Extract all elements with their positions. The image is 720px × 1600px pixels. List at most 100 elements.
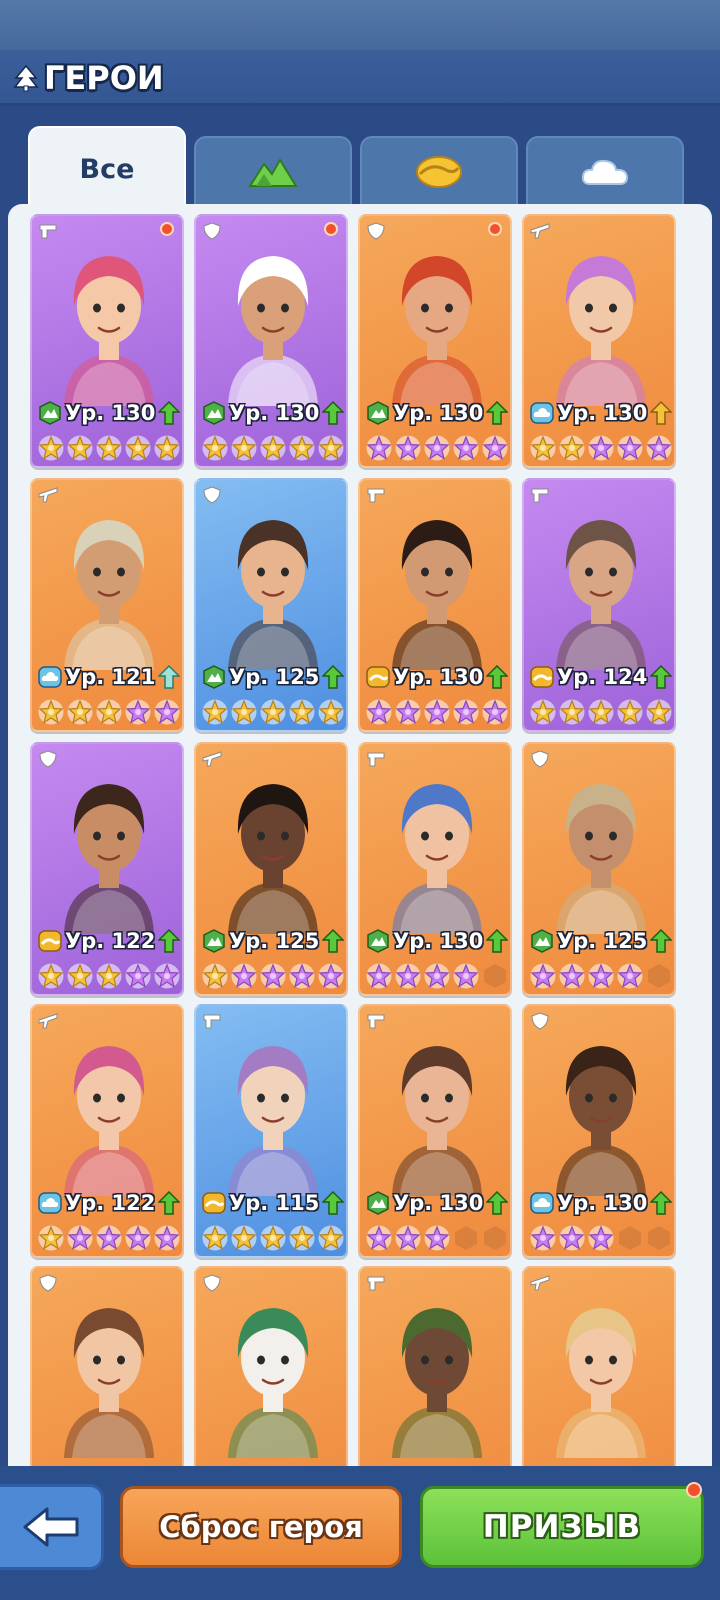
purple-star-icon xyxy=(124,962,152,990)
back-button[interactable] xyxy=(0,1484,104,1570)
hero-pigtails-girl-card[interactable]: Ур. 122 xyxy=(30,1004,184,1258)
hero-level-row: Ур. 125 xyxy=(202,662,346,692)
tab-desert[interactable] xyxy=(360,136,518,206)
purple-star-icon xyxy=(423,434,451,462)
notification-dot xyxy=(160,222,174,236)
purple-star-icon xyxy=(365,1224,393,1252)
hero-goggles-soldier-card[interactable]: Ур. 130 xyxy=(522,1004,676,1258)
tab-cloud[interactable] xyxy=(526,136,684,206)
gold-star-icon xyxy=(259,1224,287,1252)
hero-stars xyxy=(364,962,510,990)
hero-hoodie-boy-card[interactable]: Ур. 115 xyxy=(194,1004,348,1258)
reset-hero-button[interactable]: Сброс героя xyxy=(120,1486,402,1568)
hero-headphones-girl-card[interactable] xyxy=(30,1266,184,1466)
gold-star-icon xyxy=(558,698,586,726)
hero-portrait xyxy=(54,236,164,406)
gold-star-icon xyxy=(230,1224,258,1252)
hero-level: Ур. 124 xyxy=(557,665,648,689)
hero-tank-top-girl-card[interactable]: Ур. 122 xyxy=(30,742,184,996)
hero-level: Ур. 121 xyxy=(65,665,156,689)
hero-beret-girl-card[interactable]: Ур. 130 xyxy=(522,214,676,468)
notification-dot xyxy=(488,222,502,236)
gold-star-icon xyxy=(558,434,586,462)
mountain-element-icon xyxy=(366,929,390,953)
purple-star-icon xyxy=(66,1224,94,1252)
gold-star-icon xyxy=(201,434,229,462)
gold-star-icon xyxy=(95,962,123,990)
tab-mountain[interactable] xyxy=(194,136,352,206)
mountain-element-icon xyxy=(366,1191,390,1215)
back-arrow-icon xyxy=(23,1507,78,1547)
hero-portrait xyxy=(218,500,328,670)
hero-big-guy-card[interactable]: Ур. 125 xyxy=(194,478,348,732)
hero-portrait xyxy=(54,1288,164,1458)
hero-cap-mechanic-card[interactable]: Ур. 121 xyxy=(30,478,184,732)
hero-joker-card[interactable] xyxy=(194,1266,348,1466)
upgrade-arrow-icon xyxy=(321,1190,346,1215)
upgrade-arrow-icon xyxy=(649,664,674,689)
upgrade-arrow-icon xyxy=(485,928,510,953)
hero-portrait xyxy=(54,1026,164,1196)
purple-star-icon xyxy=(365,434,393,462)
hero-stars xyxy=(200,698,346,726)
purple-star-icon xyxy=(153,1224,181,1252)
hero-level: Ур. 130 xyxy=(557,1191,648,1215)
gold-star-icon xyxy=(317,434,345,462)
page-title-text: ГЕРОИ xyxy=(44,59,164,97)
tab-all[interactable]: Все xyxy=(28,126,186,210)
hero-chef-card[interactable]: Ур. 130 xyxy=(194,214,348,468)
purple-star-icon xyxy=(394,434,422,462)
mountain-element-icon xyxy=(202,665,226,689)
gold-star-icon xyxy=(288,434,316,462)
gold-star-icon xyxy=(95,698,123,726)
upgrade-arrow-icon xyxy=(485,664,510,689)
hero-level: Ур. 122 xyxy=(65,1191,156,1215)
gold-star-icon xyxy=(529,434,557,462)
hero-blonde-gunner-card[interactable] xyxy=(522,1266,676,1466)
purple-star-icon xyxy=(529,1224,557,1252)
purple-star-icon xyxy=(452,698,480,726)
hero-gold-chain-card[interactable]: Ур. 125 xyxy=(194,742,348,996)
gold-star-icon xyxy=(259,434,287,462)
purple-star-icon xyxy=(394,962,422,990)
purple-star-icon xyxy=(394,698,422,726)
dune-element-icon xyxy=(366,665,390,689)
hero-stars xyxy=(528,434,674,462)
tab-all-label: Все xyxy=(79,153,135,185)
hero-level: Ур. 130 xyxy=(393,1191,484,1215)
summon-button[interactable]: ПРИЗЫВ xyxy=(420,1486,704,1568)
hero-level: Ур. 125 xyxy=(229,929,320,953)
hero-level-row: Ур. 130 xyxy=(366,662,510,692)
hero-fish-hat-girl-card[interactable]: Ур. 130 xyxy=(358,1004,512,1258)
empty-star-slot-icon xyxy=(481,962,509,990)
dune-element-icon xyxy=(530,665,554,689)
hero-bearded-old-card[interactable]: Ур. 124 xyxy=(522,478,676,732)
purple-star-icon xyxy=(124,1224,152,1252)
gold-star-icon xyxy=(37,434,65,462)
hero-portrait xyxy=(382,500,492,670)
purple-star-icon xyxy=(423,962,451,990)
tree-icon xyxy=(13,64,39,92)
hero-stars xyxy=(36,1224,182,1252)
gold-star-icon xyxy=(201,698,229,726)
hero-cyborg-cap-card[interactable]: Ур. 125 xyxy=(522,742,676,996)
hero-rocker-girl-card[interactable]: Ур. 130 xyxy=(358,742,512,996)
purple-star-icon xyxy=(558,962,586,990)
hero-red-hair-fighter-card[interactable]: Ур. 130 xyxy=(358,214,512,468)
hero-hooded-man-card[interactable] xyxy=(358,1266,512,1466)
hero-portrait xyxy=(546,1026,656,1196)
dune-icon xyxy=(416,156,462,188)
hero-stars xyxy=(200,962,346,990)
upgrade-arrow-icon xyxy=(157,1190,182,1215)
purple-star-icon xyxy=(95,1224,123,1252)
gold-star-icon xyxy=(645,698,673,726)
upgrade-arrow-icon xyxy=(157,400,182,425)
hero-pink-hair-girl-card[interactable]: Ур. 130 xyxy=(30,214,184,468)
hero-headband-girl-card[interactable]: Ур. 130 xyxy=(358,478,512,732)
upgrade-arrow-icon xyxy=(649,400,674,425)
cloud-icon xyxy=(581,159,629,185)
gold-star-icon xyxy=(37,1224,65,1252)
page-title: ГЕРОИ xyxy=(12,58,164,98)
purple-star-icon xyxy=(587,962,615,990)
hero-portrait xyxy=(546,1288,656,1458)
